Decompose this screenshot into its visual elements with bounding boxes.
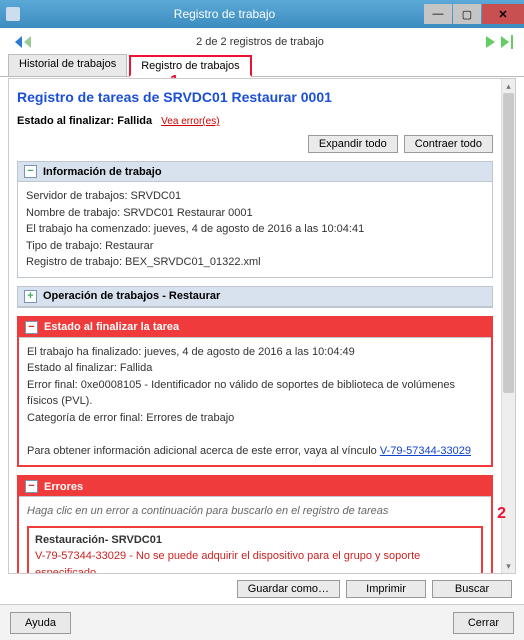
maximize-button[interactable]: ▢ bbox=[453, 4, 481, 24]
nav-next-icon[interactable] bbox=[484, 35, 498, 49]
panel-task-status: − Estado al finalizar la tarea El trabaj… bbox=[17, 316, 493, 468]
info-type: Tipo de trabajo: Restaurar bbox=[26, 238, 484, 255]
info-name: Nombre de trabajo: SRVDC01 Restaurar 000… bbox=[26, 205, 484, 222]
print-button[interactable]: Imprimir bbox=[346, 580, 426, 598]
tab-history[interactable]: Historial de trabajos bbox=[8, 54, 127, 76]
annotation-2: 2 bbox=[497, 505, 506, 523]
panel-task-status-header[interactable]: − Estado al finalizar la tarea bbox=[19, 318, 491, 338]
panel-info-header[interactable]: − Información de trabajo bbox=[18, 162, 492, 182]
dialog-footer: Ayuda Cerrar bbox=[0, 604, 524, 640]
info-server: Servidor de trabajos: SRVDC01 bbox=[26, 188, 484, 205]
scroll-up-icon[interactable]: ▴ bbox=[502, 79, 515, 93]
nav-first-icon[interactable] bbox=[10, 35, 36, 49]
collapse-icon[interactable]: − bbox=[24, 165, 37, 178]
page-title: Registro de tareas de SRVDC01 Restaurar … bbox=[17, 89, 493, 105]
panel-info-title: Información de trabajo bbox=[43, 166, 162, 178]
nav-row: 2 de 2 registros de trabajo bbox=[0, 28, 524, 52]
scroll-down-icon[interactable]: ▾ bbox=[502, 559, 515, 573]
close-button[interactable]: Cerrar bbox=[453, 612, 514, 634]
error-item-text: V-79-57344-33029 - No se puede adquirir … bbox=[35, 550, 420, 573]
collapse-icon[interactable]: − bbox=[25, 321, 38, 334]
content-wrapper: Registro de tareas de SRVDC01 Restaurar … bbox=[8, 78, 516, 574]
info-log: Registro de trabajo: BEX_SRVDC01_01322.x… bbox=[26, 254, 484, 271]
search-button[interactable]: Buscar bbox=[432, 580, 512, 598]
ts-error: Error final: 0xe0008105 - Identificador … bbox=[27, 377, 483, 410]
tab-bar: Historial de trabajos Registro de trabaj… bbox=[0, 52, 524, 77]
status-value: Fallida bbox=[117, 115, 152, 127]
tab-log[interactable]: Registro de trabajos bbox=[129, 55, 251, 77]
error-item-heading: Restauración- SRVDC01 bbox=[35, 534, 162, 546]
status-label: Estado al finalizar: bbox=[17, 115, 114, 127]
record-counter: 2 de 2 registros de trabajo bbox=[36, 36, 484, 48]
close-window-button[interactable]: ✕ bbox=[482, 4, 524, 24]
ts-link[interactable]: V-79-57344-33029 bbox=[380, 445, 471, 457]
expand-icon[interactable]: + bbox=[24, 290, 37, 303]
panel-operation-header[interactable]: + Operación de trabajos - Restaurar bbox=[18, 287, 492, 307]
expand-all-button[interactable]: Expandir todo bbox=[308, 135, 398, 153]
panel-info: − Información de trabajo Servidor de tra… bbox=[17, 161, 493, 278]
titlebar: Registro de trabajo — ▢ ✕ bbox=[0, 0, 524, 28]
app-icon bbox=[6, 7, 20, 21]
help-button[interactable]: Ayuda bbox=[10, 612, 71, 634]
window-title: Registro de trabajo bbox=[26, 7, 423, 21]
save-as-button[interactable]: Guardar como… bbox=[237, 580, 340, 598]
panel-errors: − Errores Haga clic en un error a contin… bbox=[17, 475, 493, 573]
panel-operation-title: Operación de trabajos - Restaurar bbox=[43, 290, 220, 302]
collapse-icon[interactable]: − bbox=[25, 480, 38, 493]
ts-category: Categoría de error final: Errores de tra… bbox=[27, 410, 483, 427]
content-area: Registro de tareas de SRVDC01 Restaurar … bbox=[9, 79, 501, 573]
ts-status: Estado al finalizar: Fallida bbox=[27, 360, 483, 377]
status-line: Estado al finalizar: Fallida Vea error(e… bbox=[17, 115, 493, 127]
nav-last-icon[interactable] bbox=[500, 35, 514, 49]
panel-operation: + Operación de trabajos - Restaurar bbox=[17, 286, 493, 308]
panel-task-status-title: Estado al finalizar la tarea bbox=[44, 321, 179, 333]
scrollbar[interactable]: ▴ ▾ bbox=[501, 79, 515, 573]
ts-moreinfo: Para obtener información adicional acerc… bbox=[27, 445, 377, 457]
collapse-all-button[interactable]: Contraer todo bbox=[404, 135, 493, 153]
minimize-button[interactable]: — bbox=[424, 4, 452, 24]
see-errors-link[interactable]: Vea error(es) bbox=[161, 116, 219, 127]
scroll-thumb[interactable] bbox=[503, 93, 514, 393]
errors-hint: Haga clic en un error a continuación par… bbox=[27, 503, 483, 520]
info-started: El trabajo ha comenzado: jueves, 4 de ag… bbox=[26, 221, 484, 238]
error-item[interactable]: Restauración- SRVDC01 V-79-57344-33029 -… bbox=[27, 526, 483, 574]
panel-errors-header[interactable]: − Errores bbox=[19, 477, 491, 497]
ts-finished: El trabajo ha finalizado: jueves, 4 de a… bbox=[27, 344, 483, 361]
panel-errors-title: Errores bbox=[44, 481, 83, 493]
content-footer: Guardar como… Imprimir Buscar bbox=[8, 576, 516, 602]
